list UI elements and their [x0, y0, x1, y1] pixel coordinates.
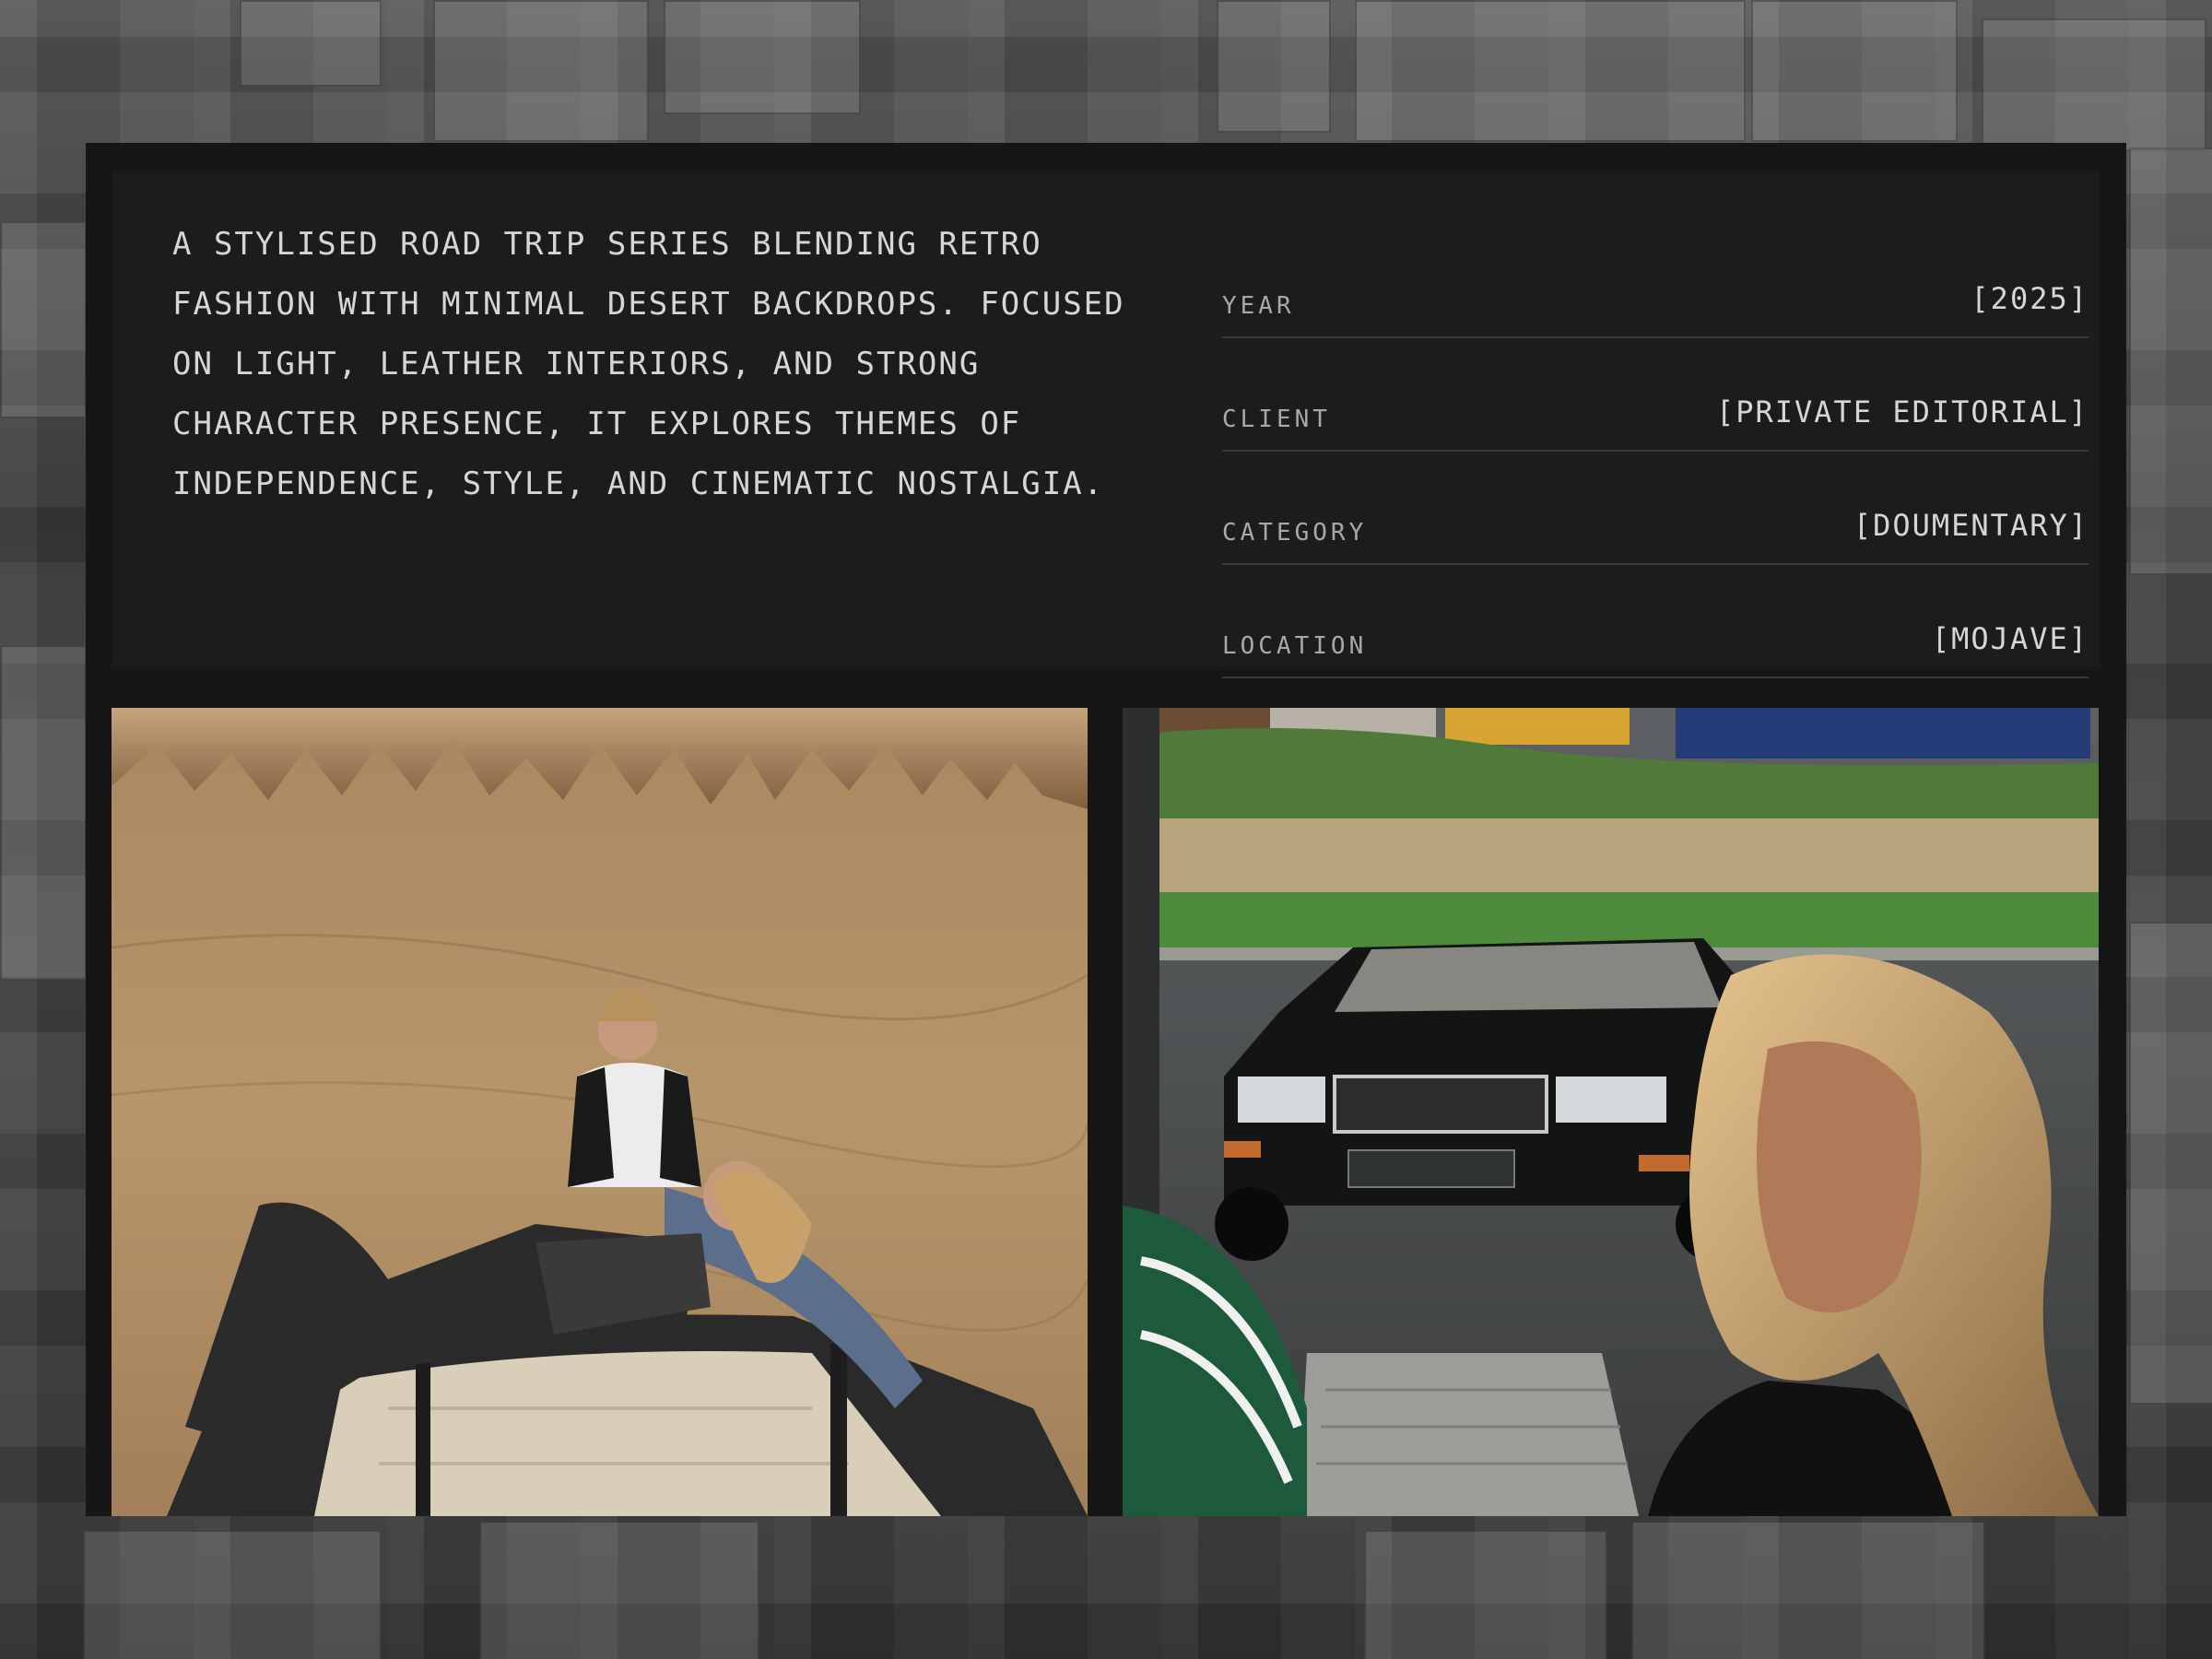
project-panel: A stylised road trip series blending ret… [86, 143, 2126, 1516]
detail-value: [2025] [1971, 281, 2088, 316]
background-shape [664, 0, 861, 114]
background-shape [1217, 0, 1331, 133]
street-photo-image [1123, 708, 2099, 1516]
background-shape [1751, 0, 1958, 142]
project-info-card: A stylised road trip series blending ret… [112, 171, 2100, 678]
background-shape [433, 0, 649, 142]
detail-row-year: YEAR [2025] [1222, 226, 2088, 338]
background-shape [240, 0, 382, 87]
background-shape [479, 1521, 759, 1659]
background-shape [83, 1530, 382, 1659]
detail-row-category: CATEGORY [DOUMENTARY] [1222, 453, 2088, 565]
background-shape [1982, 18, 2206, 151]
background-shape [0, 645, 87, 981]
project-details-list: YEAR [2025] CLIENT [PRIVATE EDITORIAL] C… [1222, 226, 2088, 679]
background-shape [2129, 922, 2212, 1405]
desert-photo-image [112, 708, 1088, 1516]
background-shape [1364, 1530, 1607, 1659]
background-shape [2129, 147, 2212, 575]
background-shape [0, 221, 87, 418]
detail-row-location: LOCATION [MOJAVE] [1222, 566, 2088, 678]
background-shape [1355, 0, 1746, 142]
detail-row-client: CLIENT [PRIVATE EDITORIAL] [1222, 339, 2088, 452]
detail-value: [DOUMENTARY] [1853, 508, 2088, 543]
convertible-street-portrait-photo [1123, 708, 2099, 1516]
desert-convertible-photo [112, 708, 1088, 1516]
detail-label: CLIENT [1222, 406, 1331, 433]
detail-value: [PRIVATE EDITORIAL] [1715, 394, 2088, 429]
detail-label: LOCATION [1222, 632, 1368, 660]
project-description: A stylised road trip series blending ret… [172, 226, 1125, 502]
detail-label: YEAR [1222, 292, 1295, 320]
detail-value: [MOJAVE] [1931, 621, 2088, 656]
background-shape [1631, 1521, 1985, 1659]
detail-label: CATEGORY [1222, 519, 1368, 547]
